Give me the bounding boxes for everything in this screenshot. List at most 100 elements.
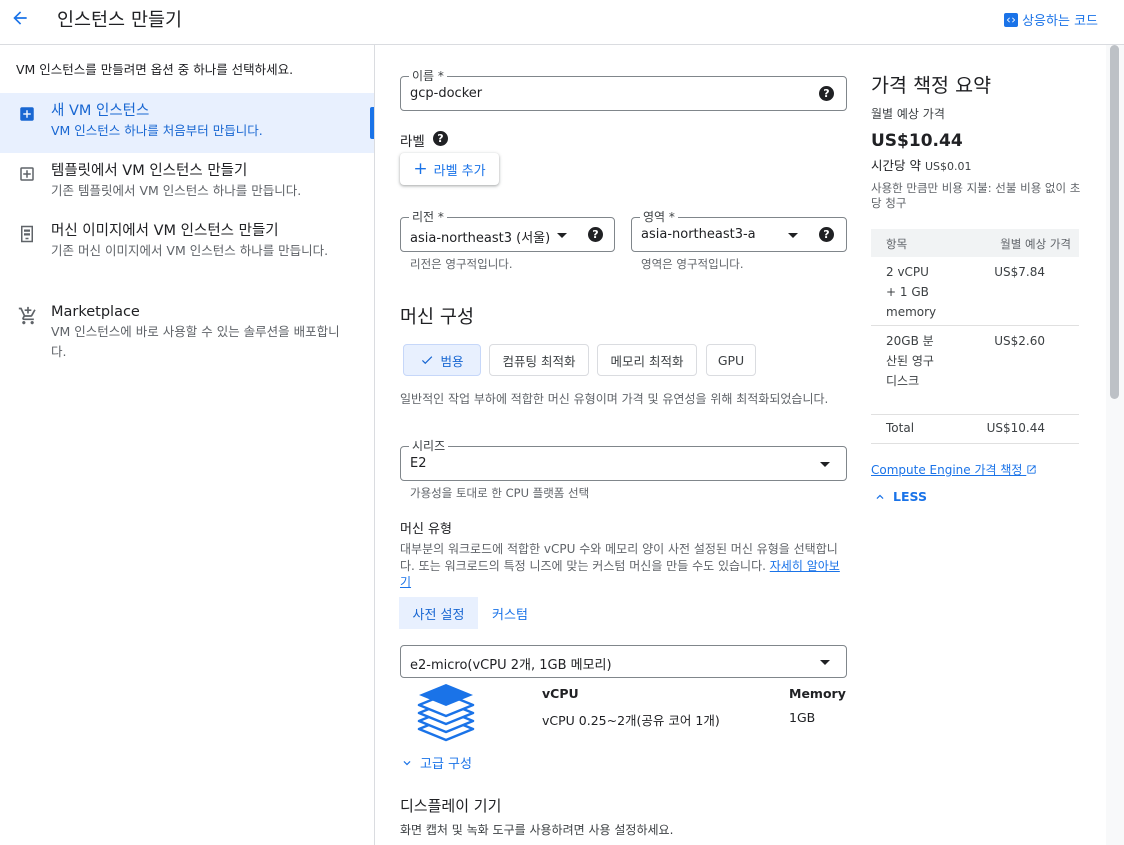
- machine-type-title: 머신 유형: [400, 522, 452, 537]
- spec-vcpu-header: vCPU: [542, 686, 579, 701]
- top-bar: 인스턴스 만들기 상응하는 코드: [0, 0, 1124, 45]
- option-desc: VM 인스턴스 하나를 처음부터 만듭니다.: [51, 123, 263, 138]
- header-item: 항목: [886, 237, 908, 251]
- zone-hint: 영역은 영구적입니다.: [641, 257, 744, 271]
- machine-type-desc: 대부분의 워크로드에 적합한 vCPU 수와 메모리 양이 사전 설정된 머신 …: [400, 541, 850, 591]
- back-arrow-icon[interactable]: [8, 6, 32, 30]
- instance-form: 이름 * gcp-docker ? 라벨 ? + 라벨 추가 리전 * asia…: [376, 45, 856, 845]
- less-label: LESS: [893, 489, 927, 504]
- less-toggle[interactable]: LESS: [873, 489, 927, 504]
- option-new-vm[interactable]: 새 VM 인스턴스 VM 인스턴스 하나를 처음부터 만듭니다.: [0, 93, 374, 153]
- vertical-scrollbar[interactable]: [1106, 45, 1124, 845]
- dropdown-caret-icon: [820, 462, 830, 467]
- series-select[interactable]: 시리즈 E2: [400, 438, 847, 481]
- spec-memory-header: Memory: [789, 686, 846, 701]
- chip-general-purpose[interactable]: 범용: [403, 344, 481, 376]
- display-device-desc: 화면 캡처 및 녹화 도구를 사용하려면 사용 설정하세요.: [400, 823, 674, 837]
- add-box-icon: [18, 105, 36, 123]
- creation-options-panel: VM 인스턴스를 만들려면 옵션 중 하나를 선택하세요. 새 VM 인스턴스 …: [0, 45, 375, 845]
- option-from-template[interactable]: 템플릿에서 VM 인스턴스 만들기 기존 템플릿에서 VM 인스턴스 하나를 만…: [0, 153, 374, 213]
- labels-title: 라벨: [400, 134, 425, 150]
- selection-indicator: [370, 107, 374, 139]
- table-row: 20GB 분산된 영구 디스크 US$2.60: [871, 326, 1079, 415]
- advanced-config-label: 고급 구성: [420, 757, 472, 772]
- zone-select[interactable]: 영역 * asia-northeast3-a ?: [631, 209, 847, 252]
- row-item: 20GB 분산된 영구 디스크: [886, 334, 934, 388]
- chip-label: 범용: [440, 353, 464, 369]
- tab-preset[interactable]: 사전 설정: [399, 597, 478, 629]
- code-icon: [1004, 12, 1019, 27]
- option-desc: 기존 템플릿에서 VM 인스턴스 하나를 만듭니다.: [51, 183, 302, 198]
- help-icon[interactable]: ?: [588, 227, 603, 242]
- help-icon[interactable]: ?: [433, 131, 448, 146]
- scrollbar-thumb[interactable]: [1110, 45, 1119, 399]
- dropdown-caret-icon: [788, 233, 798, 238]
- row-price: US$7.84: [994, 265, 1045, 279]
- region-value: asia-northeast3 (서울): [410, 231, 551, 246]
- pricing-table-header: 항목 월별 예상 가격: [871, 229, 1079, 257]
- machine-type-select[interactable]: e2-micro(vCPU 2개, 1GB 메모리): [400, 645, 847, 678]
- chip-memory-optimized[interactable]: 메모리 최적화: [597, 344, 697, 376]
- template-icon: [18, 165, 36, 183]
- name-field[interactable]: 이름 * gcp-docker ?: [400, 68, 847, 111]
- option-marketplace[interactable]: Marketplace VM 인스턴스에 바로 사용할 수 있는 솔루션을 배포…: [0, 293, 374, 373]
- compute-engine-pricing-link[interactable]: Compute Engine 가격 책정: [871, 461, 1037, 478]
- region-hint: 리전은 영구적입니다.: [410, 257, 513, 271]
- dropdown-caret-icon: [557, 233, 567, 238]
- equivalent-code-link[interactable]: 상응하는 코드: [1004, 10, 1098, 29]
- page-title: 인스턴스 만들기: [57, 10, 183, 31]
- chip-compute-optimized[interactable]: 컴퓨팅 최적화: [489, 344, 589, 376]
- hourly-prefix: 시간당 약: [871, 158, 921, 173]
- plus-icon: +: [413, 158, 428, 179]
- chevron-down-icon: [403, 760, 411, 765]
- billing-note: 사용한 만큼만 비용 지불: 선불 비용 없이 초당 청구: [871, 181, 1081, 210]
- row-price: US$2.60: [994, 334, 1045, 348]
- tab-custom[interactable]: 커스텀: [478, 597, 542, 629]
- pricing-title: 가격 책정 요약: [871, 74, 992, 97]
- display-device-title: 디스플레이 기기: [400, 797, 502, 815]
- option-title: 템플릿에서 VM 인스턴스 만들기: [51, 163, 248, 179]
- name-label: 이름 *: [409, 68, 447, 84]
- add-label-button[interactable]: + 라벨 추가: [400, 153, 499, 185]
- zone-value: asia-northeast3-a: [641, 227, 756, 242]
- header-price: 월별 예상 가격: [1000, 237, 1071, 251]
- chevron-up-icon: [876, 494, 884, 499]
- region-select[interactable]: 리전 * asia-northeast3 (서울) ?: [400, 209, 615, 252]
- chip-label: GPU: [717, 352, 745, 368]
- name-value[interactable]: gcp-docker: [410, 86, 482, 101]
- machine-type-value: e2-micro(vCPU 2개, 1GB 메모리): [410, 658, 612, 673]
- row-price: US$10.44: [986, 421, 1045, 435]
- monthly-estimate-amount: US$10.44: [871, 131, 963, 151]
- option-desc: 기존 머신 이미지에서 VM 인스턴스 하나를 만듭니다.: [51, 243, 329, 258]
- series-value: E2: [410, 456, 427, 471]
- spec-vcpu-value: vCPU 0.25~2개(공유 코어 1개): [542, 713, 720, 728]
- machine-stack-icon: [416, 682, 476, 748]
- table-row: 2 vCPU + 1 GB memory US$7.84: [871, 257, 1079, 326]
- pricing-summary-panel: 가격 책정 요약 월별 예상 가격 US$10.44 시간당 약 US$0.01…: [856, 45, 1106, 845]
- chip-gpu[interactable]: GPU: [706, 344, 756, 376]
- pricing-table: 항목 월별 예상 가격 2 vCPU + 1 GB memory US$7.84…: [871, 229, 1079, 444]
- option-title: 머신 이미지에서 VM 인스턴스 만들기: [51, 223, 279, 239]
- hourly-estimate: 시간당 약 US$0.01: [871, 155, 972, 174]
- option-title: 새 VM 인스턴스: [51, 103, 150, 119]
- chip-label: 컴퓨팅 최적화: [502, 353, 576, 369]
- options-intro: VM 인스턴스를 만들려면 옵션 중 하나를 선택하세요.: [16, 62, 294, 77]
- region-label: 리전 *: [409, 209, 447, 225]
- option-from-machine-image[interactable]: 머신 이미지에서 VM 인스턴스 만들기 기존 머신 이미지에서 VM 인스턴스…: [0, 213, 374, 293]
- advanced-config-toggle[interactable]: 고급 구성: [400, 753, 472, 772]
- option-title: Marketplace: [51, 304, 140, 320]
- pricing-link-text: Compute Engine 가격 책정: [871, 463, 1023, 477]
- spec-memory-value: 1GB: [789, 710, 816, 725]
- add-label-text: 라벨 추가: [433, 163, 486, 179]
- hourly-amount: US$0.01: [924, 160, 972, 173]
- option-desc: VM 인스턴스에 바로 사용할 수 있는 솔루션을 배포합니다.: [51, 324, 340, 359]
- dropdown-caret-icon: [820, 660, 830, 665]
- help-icon[interactable]: ?: [819, 86, 834, 101]
- row-item: 2 vCPU + 1 GB memory: [886, 265, 937, 319]
- check-icon: [422, 356, 433, 365]
- chip-label: 메모리 최적화: [610, 353, 684, 369]
- machine-config-title: 머신 구성: [400, 307, 474, 328]
- help-icon[interactable]: ?: [819, 227, 834, 242]
- monthly-estimate-label: 월별 예상 가격: [871, 107, 945, 121]
- machine-family-desc: 일반적인 작업 부하에 적합한 머신 유형이며 가격 및 유연성을 위해 최적화…: [400, 392, 829, 406]
